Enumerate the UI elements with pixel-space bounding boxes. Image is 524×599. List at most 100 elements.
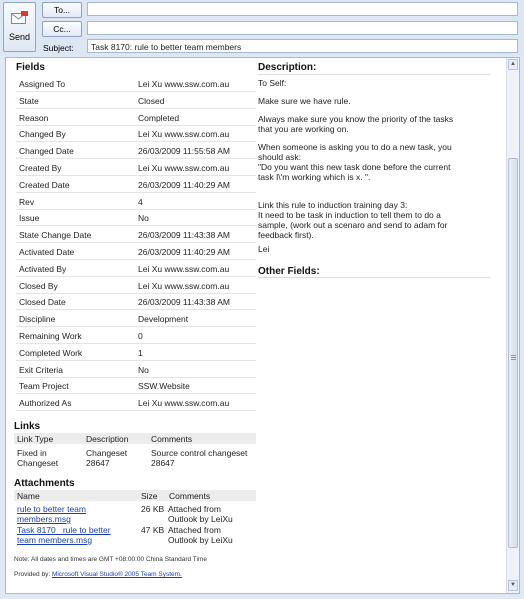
links-col-description: Description (86, 434, 129, 444)
field-name: Closed Date (19, 297, 66, 308)
other-fields-title: Other Fields: (258, 266, 320, 277)
field-value: Lei Xu www.ssw.com.au (138, 163, 230, 173)
link-description: Changeset (86, 448, 128, 458)
link-description: 28647 (86, 458, 110, 468)
field-name: Completed Work (19, 347, 83, 358)
description-line: Link this rule to induction training day… (258, 200, 408, 210)
field-value: No (138, 364, 149, 375)
description-line: Make sure we have rule. (258, 96, 351, 106)
field-row: Issue No (16, 209, 256, 227)
envelope-icon (11, 11, 28, 24)
attachment-size: 47 KB (141, 525, 165, 535)
timezone-note: Note: All dates and times are GMT +08:00… (14, 556, 208, 563)
field-name: Issue (19, 213, 40, 224)
subject-label: Subject: (43, 43, 74, 53)
link-comment: 28647 (151, 458, 175, 468)
vertical-scrollbar[interactable]: ▲ ▼ (506, 58, 519, 593)
links-col-comments: Comments (151, 434, 193, 444)
field-name: Changed Date (19, 146, 74, 157)
field-name: Activated By (19, 263, 67, 274)
field-name: State Change Date (19, 230, 92, 241)
field-value: Lei Xu www.ssw.com.au (138, 263, 230, 274)
attachment-size: 26 KB (141, 504, 165, 514)
field-row: Team Project SSW.Website (16, 377, 256, 395)
field-value: 26/03/2009 11:40:29 AM (138, 247, 231, 257)
field-name: Assigned To (19, 79, 66, 89)
field-row: Created Date 26/03/2009 11:40:29 AM (16, 176, 256, 193)
attachment-link[interactable]: members.msg (17, 514, 71, 524)
description-line: sample, (work out a scenaro and send to … (258, 220, 448, 230)
field-value: Lei Xu www.ssw.com.au (138, 129, 230, 140)
field-row: Exit Criteria No (16, 361, 256, 378)
field-row: State Closed (16, 92, 256, 109)
attachment-comment: Outlook by LeiXu (168, 535, 233, 545)
description-title: Description: (258, 62, 317, 73)
field-name: Remaining Work (19, 331, 82, 341)
field-name: Team Project (19, 381, 69, 392)
field-name: Discipline (19, 314, 56, 325)
field-name: Created By (19, 163, 62, 173)
field-row: Rev 4 (16, 193, 256, 210)
field-row: Remaining Work 0 (16, 327, 256, 344)
scroll-down-button[interactable]: ▼ (508, 580, 518, 591)
field-value: 26/03/2009 11:43:38 AM (138, 230, 231, 241)
field-value: Lei Xu www.ssw.com.au (138, 79, 230, 89)
field-row: Changed By Lei Xu www.ssw.com.au (16, 125, 256, 143)
link-comment: Source control changeset (151, 448, 248, 458)
field-name: Reason (19, 112, 49, 123)
attachment-comment: Attached from (168, 525, 221, 535)
attachments-title: Attachments (14, 478, 75, 489)
field-row: Activated Date 26/03/2009 11:40:29 AM (16, 243, 256, 260)
provided-by-label: Provided by: (14, 571, 51, 578)
grip-icon (511, 355, 516, 356)
description-divider (258, 74, 490, 75)
description-line: that you are working on. (258, 124, 349, 134)
to-button[interactable]: To... (42, 2, 82, 18)
scroll-thumb[interactable] (508, 158, 518, 548)
description-line: It need to be task in induction to tell … (258, 210, 441, 220)
field-value: 26/03/2009 11:43:38 AM (138, 297, 231, 308)
field-row: Discipline Development (16, 310, 256, 328)
description-line: Lei (258, 244, 270, 254)
field-name: Rev (19, 196, 35, 207)
cc-field[interactable] (87, 21, 518, 35)
field-row: Closed Date 26/03/2009 11:43:38 AM (16, 293, 256, 311)
field-value: 26/03/2009 11:40:29 AM (138, 179, 231, 190)
field-name: Exit Criteria (19, 364, 63, 375)
attachment-link[interactable]: team members.msg (17, 535, 92, 545)
field-value: 4 (138, 196, 143, 207)
attachment-comment: Attached from (168, 504, 221, 514)
link-type: Fixed in (17, 448, 47, 458)
attachments-col-size: Size (141, 491, 158, 501)
field-name: Closed By (19, 280, 58, 291)
cc-button[interactable]: Cc... (42, 21, 82, 37)
field-row: Closed By Lei Xu www.ssw.com.au (16, 277, 256, 294)
links-title: Links (14, 421, 41, 432)
field-row: State Change Date 26/03/2009 11:43:38 AM (16, 226, 256, 244)
field-row: Reason Completed (16, 109, 256, 126)
to-field[interactable] (87, 2, 518, 16)
field-row: Activated By Lei Xu www.ssw.com.au (16, 260, 256, 277)
scroll-up-button[interactable]: ▲ (508, 59, 518, 70)
field-name: Created Date (19, 179, 70, 190)
send-button[interactable]: Send (3, 2, 36, 52)
field-name: Authorized As (19, 398, 72, 409)
field-name: Activated Date (19, 247, 75, 257)
message-body[interactable]: Fields Assigned To Lei Xu www.ssw.com.au S… (5, 57, 520, 594)
description-line: feedback first). (258, 230, 314, 240)
compose-header: Send To... Cc... Subject: Task 8170: rul… (0, 0, 524, 56)
subject-field[interactable]: Task 8170: rule to better team members (87, 39, 518, 53)
attachment-link[interactable]: Task 8170_ rule to better (17, 525, 111, 535)
description-line: Always make sure you know the priority o… (258, 114, 454, 124)
provided-by-link[interactable]: Microsoft Visual Studio® 2005 Team Syste… (52, 571, 182, 578)
description-line: task I\'m working which is x. ". (258, 172, 371, 182)
field-value: 26/03/2009 11:55:58 AM (138, 146, 231, 157)
links-col-type: Link Type (17, 434, 54, 444)
field-value: Lei Xu www.ssw.com.au (138, 280, 230, 291)
field-value: SSW.Website (138, 381, 190, 392)
field-row: Authorized As Lei Xu www.ssw.com.au (16, 394, 256, 412)
attachment-link[interactable]: rule to better team (17, 504, 86, 514)
fields-title: Fields (16, 62, 45, 73)
field-value: Development (138, 314, 189, 325)
field-value: Closed (138, 95, 165, 106)
